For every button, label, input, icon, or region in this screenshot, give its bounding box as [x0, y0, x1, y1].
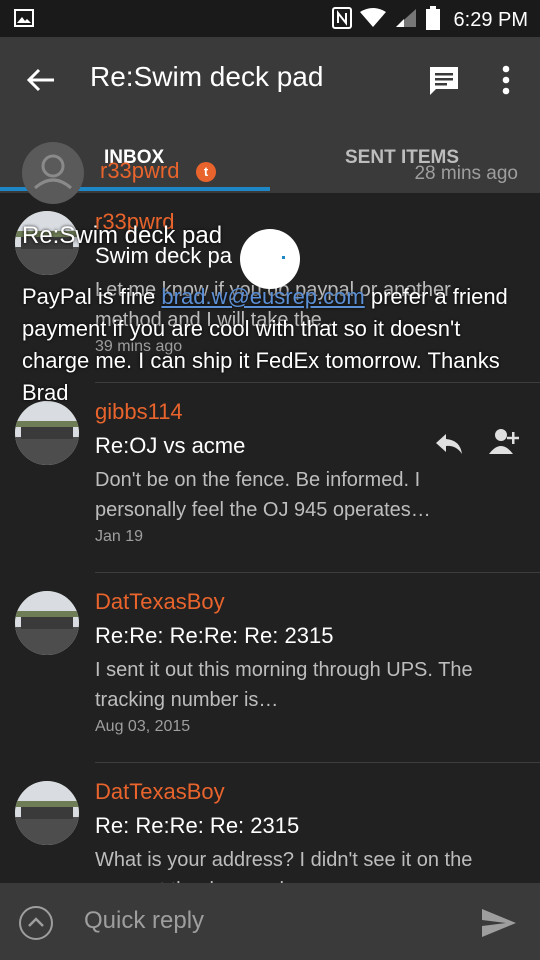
avatar — [15, 781, 79, 845]
gallery-notification-icon — [14, 9, 34, 32]
add-user-icon[interactable] — [487, 426, 521, 456]
message-subject: Re: Re:Re: Re: 2315 — [95, 813, 300, 838]
overlay-sender: r33pwrd — [100, 158, 180, 183]
avatar — [15, 591, 79, 655]
loading-spinner — [240, 229, 300, 289]
battery-icon — [425, 6, 440, 35]
list-item[interactable]: gibbs114 Re:OJ vs acme Don't be on the f… — [0, 383, 540, 573]
overlay-time: 28 mins ago — [414, 163, 518, 184]
back-arrow-icon[interactable] — [24, 63, 58, 97]
message-sender: DatTexasBoy — [95, 779, 225, 804]
list-item[interactable]: DatTexasBoy Re:Re: Re:Re: Re: 2315 I sen… — [0, 573, 540, 763]
message-icon[interactable] — [428, 65, 460, 97]
spinner-dot — [282, 256, 285, 259]
status-bar: 6:29 PM — [0, 0, 540, 37]
page-title: Re:Swim deck pad — [90, 61, 324, 92]
quick-reply-input[interactable]: Quick reply — [84, 907, 204, 935]
message-preview: Don't be on the fence. Be informed. I pe… — [95, 469, 431, 521]
message-sender: DatTexasBoy — [95, 589, 225, 614]
expand-up-icon[interactable] — [18, 905, 54, 941]
message-subject: Re:Re: Re:Re: Re: 2315 — [95, 623, 334, 648]
message-date: Aug 03, 2015 — [95, 718, 191, 735]
app-bar: Re:Swim deck pad — [0, 37, 540, 121]
list-item[interactable]: DatTexasBoy Re: Re:Re: Re: 2315 What is … — [0, 763, 540, 883]
overlay-body-start: PayPal is fine — [22, 284, 162, 309]
message-date: Jan 19 — [95, 528, 144, 545]
overlay-body: PayPal is fine brad.w@eusrep.com prefer … — [22, 281, 522, 409]
message-preview: I sent it out this morning through UPS. … — [95, 659, 473, 711]
clock: 6:29 PM — [453, 9, 528, 31]
wifi-icon — [359, 8, 386, 33]
nfc-icon — [331, 7, 352, 34]
reply-icon[interactable] — [434, 428, 464, 458]
overlay-title: Re:Swim deck pad — [22, 222, 223, 249]
status-icons: 6:29 PM — [331, 6, 528, 35]
send-icon[interactable] — [480, 907, 518, 939]
quick-reply-bar: Quick reply — [0, 883, 540, 960]
signal-icon — [394, 7, 418, 34]
message-subject: Re:OJ vs acme — [95, 433, 246, 458]
avatar — [15, 401, 79, 465]
message-preview: What is your address? I didn't see it on… — [95, 849, 473, 883]
more-options-icon[interactable] — [496, 63, 516, 97]
tapatalk-badge-icon: t — [196, 162, 216, 182]
